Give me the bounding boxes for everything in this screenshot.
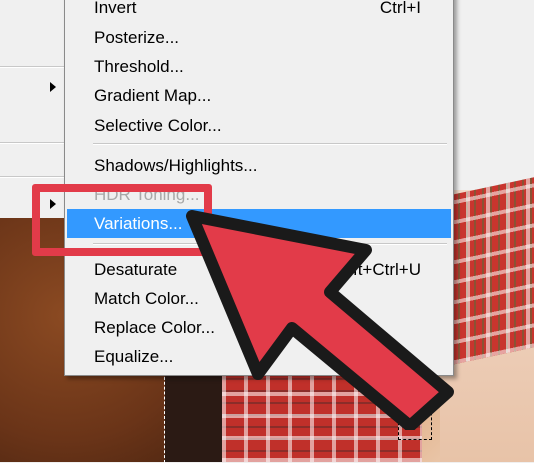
menu-item-posterize[interactable]: Posterize... xyxy=(67,23,451,52)
menu-item-threshold[interactable]: Threshold... xyxy=(67,52,451,81)
menu-item-label: Posterize... xyxy=(94,28,180,47)
menu-item-shortcut: Ctrl+I xyxy=(379,0,421,17)
menu-item-label: Invert xyxy=(94,0,137,17)
submenu-arrow-icon[interactable] xyxy=(50,82,56,92)
menu-item-shadows-highlights[interactable]: Shadows/Highlights... xyxy=(67,151,451,180)
parent-menu-separator-highlight xyxy=(0,143,64,144)
menu-item-label: Gradient Map... xyxy=(94,86,212,105)
parent-menu-separator-highlight xyxy=(0,67,64,68)
parent-menu-separator-highlight xyxy=(0,177,64,178)
menu-item-label: Desaturate xyxy=(94,260,178,279)
menu-separator xyxy=(93,143,447,145)
red-arrow-icon xyxy=(186,210,454,430)
menu-item-label: Selective Color... xyxy=(94,116,222,135)
menu-item-label: Equalize... xyxy=(94,347,174,366)
menu-item-invert[interactable]: Invert Ctrl+I xyxy=(67,0,451,22)
menu-item-label: Shadows/Highlights... xyxy=(94,156,258,175)
menu-item-gradient-map[interactable]: Gradient Map... xyxy=(67,81,451,110)
menu-item-selective-color[interactable]: Selective Color... xyxy=(67,111,451,140)
menu-item-label: Threshold... xyxy=(94,57,184,76)
